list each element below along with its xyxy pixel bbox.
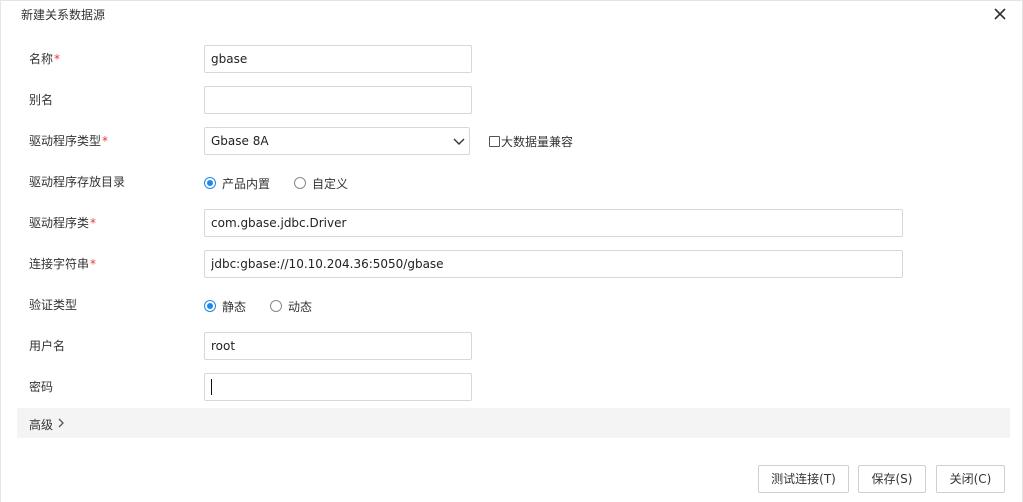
radio-button-checked[interactable] bbox=[204, 177, 216, 189]
radio-builtin[interactable]: 产品内置 bbox=[204, 175, 270, 192]
advanced-label: 高级 bbox=[29, 418, 54, 432]
radio-button[interactable] bbox=[294, 177, 307, 189]
checkbox-box[interactable] bbox=[489, 135, 500, 147]
radio-custom[interactable]: 自定义 bbox=[294, 175, 348, 192]
close-icon[interactable] bbox=[992, 6, 1008, 22]
radio-static[interactable]: 静态 bbox=[204, 298, 246, 315]
close-button[interactable]: 关闭(C) bbox=[936, 465, 1005, 493]
driver-dir-radio-group: 产品内置 自定义 bbox=[204, 175, 372, 192]
dialog-title: 新建关系数据源 bbox=[21, 8, 106, 22]
password-input[interactable] bbox=[204, 373, 472, 401]
driver-class-input[interactable] bbox=[204, 209, 903, 237]
new-datasource-dialog: 新建关系数据源 名称* 别名 驱动程序类型* Gbase 8A 大数据量兼容 驱… bbox=[0, 0, 1023, 502]
radio-dynamic[interactable]: 动态 bbox=[270, 298, 312, 315]
big-data-compat-checkbox[interactable]: 大数据量兼容 bbox=[489, 134, 574, 149]
auth-type-label: 验证类型 bbox=[29, 298, 78, 312]
driver-class-label: 驱动程序类* bbox=[29, 216, 97, 230]
auth-type-radio-group: 静态 动态 bbox=[204, 298, 336, 315]
dialog-titlebar: 新建关系数据源 bbox=[1, 0, 1022, 28]
driver-type-label: 驱动程序类型* bbox=[29, 134, 109, 148]
save-button[interactable]: 保存(S) bbox=[858, 465, 926, 493]
name-label: 名称* bbox=[29, 52, 61, 66]
driver-dir-label: 驱动程序存放目录 bbox=[29, 175, 126, 189]
chevron-down-icon bbox=[453, 138, 465, 145]
alias-input[interactable] bbox=[204, 86, 472, 114]
alias-label: 别名 bbox=[29, 93, 54, 107]
radio-button-checked[interactable] bbox=[204, 300, 216, 312]
password-label: 密码 bbox=[29, 380, 54, 394]
test-connection-button[interactable]: 测试连接(T) bbox=[758, 465, 849, 493]
chevron-right-icon bbox=[58, 418, 64, 428]
driver-type-select[interactable]: Gbase 8A bbox=[204, 127, 470, 155]
driver-type-value: Gbase 8A bbox=[211, 134, 269, 148]
big-data-compat-label: 大数据量兼容 bbox=[501, 134, 574, 149]
name-input[interactable] bbox=[204, 45, 472, 73]
radio-button[interactable] bbox=[270, 300, 283, 312]
text-cursor bbox=[211, 379, 212, 395]
username-label: 用户名 bbox=[29, 339, 66, 353]
conn-string-input[interactable] bbox=[204, 250, 903, 278]
username-input[interactable] bbox=[204, 332, 472, 360]
conn-string-label: 连接字符串* bbox=[29, 257, 97, 271]
advanced-section-toggle[interactable]: 高级 bbox=[17, 408, 1010, 438]
